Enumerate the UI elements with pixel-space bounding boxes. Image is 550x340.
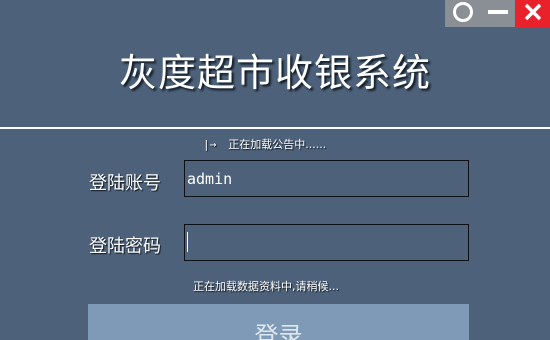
loading-status: 正在加载数据资料中,请稍候... [193,280,339,293]
minimize-icon [487,1,509,27]
login-button-label: 登录 [254,322,303,340]
close-icon [523,2,543,26]
window-controls [445,0,550,27]
ticker-arrow-icon: |→ [203,137,217,151]
login-window: 灰度超市收银系统 |→ 正在加载公告中...... 登陆账号 登陆密码 正在加载… [0,0,550,340]
login-button[interactable]: 登录 [88,304,469,340]
announcement-text: 正在加载公告中...... [228,138,327,151]
minimize-button[interactable] [480,0,515,27]
close-button[interactable] [515,0,550,27]
password-input[interactable] [184,224,469,261]
restore-button[interactable] [445,0,480,27]
password-label: 登陆密码 [89,236,161,257]
account-input[interactable] [184,160,469,197]
announcement-ticker: |→ 正在加载公告中...... [203,136,326,152]
title-divider [0,127,550,129]
app-title: 灰度超市收银系统 [118,51,431,95]
text-cursor [187,232,188,252]
circle-icon [452,1,474,27]
account-label: 登陆账号 [89,173,161,194]
